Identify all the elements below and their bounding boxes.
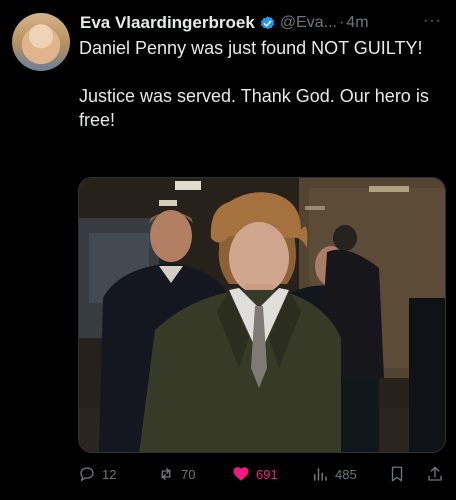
- repost-button[interactable]: 70: [157, 462, 195, 486]
- like-icon: [233, 467, 249, 481]
- tweet-header: Eva Vlaardingerbroek @Eva... · 4m ···: [80, 12, 448, 34]
- tweet-actions: 12 70 691 485: [78, 462, 450, 486]
- like-button[interactable]: 691: [232, 462, 278, 486]
- avatar[interactable]: [12, 13, 70, 71]
- separator-dot: ·: [338, 14, 345, 31]
- more-icon[interactable]: ···: [423, 12, 442, 30]
- bookmark-icon: [391, 466, 403, 482]
- bookmark-button[interactable]: [388, 462, 412, 486]
- tweet-photo[interactable]: [78, 177, 446, 453]
- share-icon: [428, 466, 442, 481]
- reply-icon: [80, 467, 94, 482]
- tweet[interactable]: Eva Vlaardingerbroek @Eva... · 4m ··· Da…: [0, 0, 456, 500]
- timestamp[interactable]: 4m: [346, 14, 368, 32]
- tweet-paragraph: Daniel Penny was just found NOT GUILTY!: [79, 38, 423, 58]
- like-count: 691: [256, 466, 278, 482]
- reply-count: 12: [102, 466, 117, 482]
- repost-icon: [161, 468, 171, 480]
- photo-illustration: [79, 178, 445, 452]
- tweet-paragraph: Justice was served. Thank God. Our hero …: [79, 86, 429, 130]
- author-name[interactable]: Eva Vlaardingerbroek: [80, 13, 255, 33]
- views-button[interactable]: 485: [311, 462, 357, 486]
- reply-button[interactable]: 12: [78, 462, 116, 486]
- author-handle[interactable]: @Eva...: [280, 14, 337, 32]
- repost-count: 70: [181, 466, 196, 482]
- views-icon: [314, 468, 327, 481]
- tweet-text: Daniel Penny was just found NOT GUILTY! …: [79, 36, 449, 132]
- verified-badge-icon: [260, 15, 275, 29]
- views-count: 485: [335, 466, 357, 482]
- share-button[interactable]: [426, 462, 450, 486]
